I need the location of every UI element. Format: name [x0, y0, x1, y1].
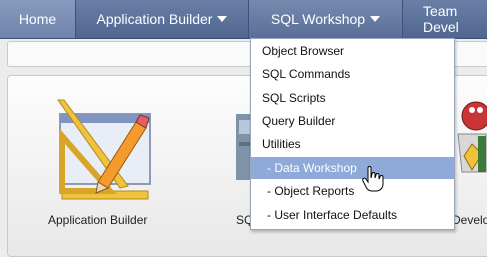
tab-application-builder[interactable]: Application Builder [76, 0, 249, 38]
menu-item-object-reports[interactable]: - Object Reports [251, 180, 454, 202]
chevron-down-icon [370, 16, 381, 22]
tab-sql-workshop[interactable]: SQL Workshop [249, 0, 403, 38]
chevron-down-icon [217, 16, 228, 22]
tab-team-development[interactable]: Team Devel [403, 0, 487, 38]
menu-item-data-workshop[interactable]: - Data Workshop [251, 157, 454, 179]
hand-pointer-cursor-icon [362, 166, 384, 192]
menu-item-query-builder[interactable]: Query Builder [251, 110, 454, 132]
application-builder-icon[interactable] [50, 96, 154, 206]
application-builder-tile-label[interactable]: Application Builder [48, 213, 147, 227]
menu-item-sql-commands[interactable]: SQL Commands [251, 63, 454, 85]
tab-team-development-label: Team Devel [423, 3, 459, 35]
tab-sql-workshop-label: SQL Workshop [270, 11, 366, 27]
tab-application-builder-label: Application Builder [96, 11, 213, 27]
menu-item-sql-scripts[interactable]: SQL Scripts [251, 87, 454, 109]
team-development-tile-label[interactable]: Develop [452, 213, 487, 227]
menu-item-user-interface-defaults[interactable]: - User Interface Defaults [251, 204, 454, 226]
top-navbar: Home Application Builder SQL Workshop Te… [0, 0, 487, 39]
tab-home-label: Home [18, 11, 57, 27]
menu-item-object-browser[interactable]: Object Browser [251, 40, 454, 62]
menu-item-utilities[interactable]: Utilities [251, 133, 454, 155]
sql-workshop-dropdown-menu: Object Browser SQL Commands SQL Scripts … [250, 38, 455, 230]
tab-home[interactable]: Home [0, 0, 76, 38]
